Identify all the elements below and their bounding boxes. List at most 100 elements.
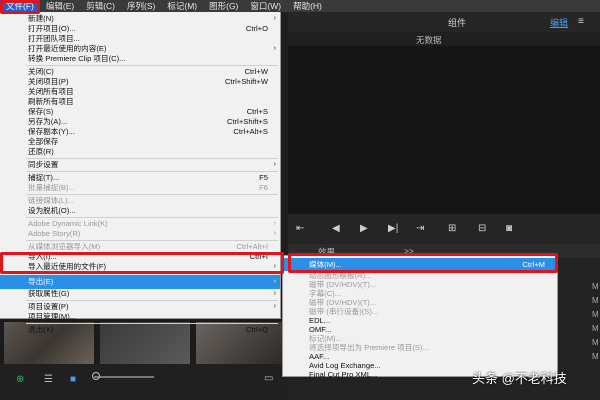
menu-item-label: 打开项目(O)... [28, 24, 76, 33]
menu-icon[interactable]: ≡ [578, 16, 584, 27]
submenu-arrow-icon: › [273, 15, 276, 22]
file-menu-item[interactable]: 关闭(C) Ctrl+W [0, 67, 280, 77]
edit-workspace-tab[interactable]: 编辑 [550, 16, 568, 29]
file-menu-item[interactable]: 全部保存 [0, 137, 280, 147]
icon-view-icon[interactable]: ■ [70, 374, 76, 385]
menu-item-label: 转换 Premiere Clip 项目(C)... [28, 54, 126, 63]
menu-separator [26, 171, 278, 172]
file-menu-item[interactable]: 另存为(A)... Ctrl+Shift+S [0, 117, 280, 127]
menu-item-label: 退出(X) [28, 325, 54, 334]
submenu-arrow-icon: › [273, 290, 276, 297]
menu-item-label: Adobe Dynamic Link(K) [28, 219, 108, 228]
workspace-header: 组件 编辑 ≡ [288, 12, 600, 32]
file-menu-item[interactable]: 还原(R) [0, 147, 280, 157]
menu-clip[interactable]: 剪辑(C) [80, 0, 121, 12]
track-mute-toggle[interactable]: M [592, 282, 599, 291]
menu-item-shortcut: Ctrl+S [246, 107, 268, 116]
zoom-slider-handle[interactable] [92, 372, 100, 380]
lift-icon[interactable]: ⊞ [448, 223, 456, 234]
export-item-highlight-box [0, 252, 284, 274]
next-frame-icon[interactable]: ▶| [388, 223, 398, 234]
menu-item-label: 从媒体浏览器导入(M) [28, 242, 101, 251]
file-menu-item: Adobe Story(R) › [0, 229, 280, 239]
menu-item-shortcut: F6 [259, 183, 268, 192]
submenu-arrow-icon: › [273, 161, 276, 168]
file-menu-item[interactable]: 导出(E) › [0, 275, 280, 289]
track-mute-toggle[interactable]: M [592, 310, 599, 319]
file-menu-item[interactable]: 打开项目(O)... Ctrl+O [0, 24, 280, 34]
submenu-arrow-icon: › [273, 220, 276, 227]
menu-item-label: 保存副本(Y)... [28, 127, 75, 136]
menu-separator [26, 217, 278, 218]
camera-icon[interactable]: ◙ [506, 223, 512, 234]
menu-item-label: 捕捉(T)... [28, 173, 60, 182]
menu-item-label: 同步设置 [28, 160, 59, 169]
file-menu-item[interactable]: 打开团队项目... [0, 34, 280, 44]
file-menu-item[interactable]: 项目设置(P) › [0, 302, 280, 312]
list-view-icon[interactable]: ☰ [44, 374, 53, 385]
track-mute-toggle[interactable]: M [592, 338, 599, 347]
menu-sequence[interactable]: 序列(S) [121, 0, 161, 12]
track-mute-toggle[interactable]: M [592, 324, 599, 333]
submenu-arrow-icon: › [273, 278, 276, 285]
menu-item-label: 项目管理(M)... [28, 312, 77, 321]
menu-item-label: 全部保存 [28, 137, 59, 146]
workspace-label[interactable]: 组件 [448, 16, 466, 29]
menu-item-label: 项目设置(P) [28, 302, 69, 311]
menu-separator [26, 240, 278, 241]
menu-item-label: 关闭项目(P) [28, 77, 69, 86]
menu-marker[interactable]: 标记(M) [161, 0, 203, 12]
zoom-slider[interactable] [94, 376, 154, 378]
file-menu-item[interactable]: 保存副本(Y)... Ctrl+Alt+S [0, 127, 280, 137]
watermark: 头条 @不老科技 [472, 371, 567, 386]
file-menu-item[interactable]: 设为脱机(O)... [0, 206, 280, 216]
file-menu-item[interactable]: 转换 Premiere Clip 项目(C)... [0, 54, 280, 64]
submenu-arrow-icon: › [273, 45, 276, 52]
menu-item-label: 关闭所有项目 [28, 87, 74, 96]
menu-item-label: 另存为(A)... [28, 117, 68, 126]
menu-item-shortcut: Ctrl+Shift+S [227, 117, 268, 126]
file-menu-item[interactable]: 关闭所有项目 [0, 87, 280, 97]
file-menu-item[interactable]: 保存(S) Ctrl+S [0, 107, 280, 117]
file-menu-item[interactable]: 打开最近使用的内容(E) › [0, 44, 280, 54]
menu-help[interactable]: 帮助(H) [287, 0, 328, 12]
media-item-highlight-box [288, 253, 558, 273]
file-menu-item[interactable]: 捕捉(T)... F5 [0, 173, 280, 183]
lock-icon[interactable]: ⊕ [16, 374, 24, 385]
file-menu-item[interactable]: 刷新所有项目 [0, 97, 280, 107]
file-menu-item[interactable]: 关闭项目(P) Ctrl+Shift+W [0, 77, 280, 87]
file-menu-item[interactable]: 退出(X) Ctrl+Q [0, 325, 280, 335]
program-monitor-header: 无数据 [288, 32, 600, 46]
submenu-arrow-icon: › [273, 303, 276, 310]
menu-item-label: Final Cut Pro XML... [309, 370, 378, 379]
menu-item-label: 设为脱机(O)... [28, 206, 76, 215]
extract-icon[interactable]: ⊟ [478, 223, 486, 234]
step-forward-icon[interactable]: ⇥ [416, 223, 424, 234]
menu-edit[interactable]: 编辑(E) [40, 0, 80, 12]
menu-separator [26, 323, 278, 324]
menu-item-label: 新建(N) [28, 14, 54, 23]
file-menu-highlight-box [0, 0, 40, 14]
menu-item-label: 链接媒体(L)... [28, 196, 74, 205]
menu-window[interactable]: 窗口(W) [244, 0, 287, 12]
menu-item-shortcut: Ctrl+Alt+S [233, 127, 268, 136]
playback-controls: ⇤ ◀ ▶ ▶| ⇥ ⊞ ⊟ ◙ [288, 214, 600, 244]
menu-item-shortcut: Ctrl+Alt+I [236, 242, 268, 251]
new-bin-icon[interactable]: ▭ [264, 373, 273, 384]
file-menu-item[interactable]: 项目管理(M)... [0, 312, 280, 322]
track-mute-toggle[interactable]: M [592, 296, 599, 305]
step-back-icon[interactable]: ⇤ [296, 223, 304, 234]
menu-separator [26, 194, 278, 195]
menu-item-label: 保存(S) [28, 107, 54, 116]
program-title: 无数据 [416, 35, 442, 45]
play-icon[interactable]: ▶ [360, 223, 368, 234]
menu-item-label: Adobe Story(R) [28, 229, 81, 238]
menu-item-label: 获取属性(G) [28, 289, 70, 298]
file-menu-item[interactable]: 同步设置 › [0, 160, 280, 170]
menu-graphics[interactable]: 图形(G) [203, 0, 244, 12]
menu-item-label: 导出(E) [28, 277, 54, 286]
file-menu-item[interactable]: 新建(N) › [0, 14, 280, 24]
prev-frame-icon[interactable]: ◀ [332, 223, 340, 234]
track-mute-toggle[interactable]: M [592, 352, 599, 361]
file-menu-item[interactable]: 获取属性(G) › [0, 289, 280, 299]
